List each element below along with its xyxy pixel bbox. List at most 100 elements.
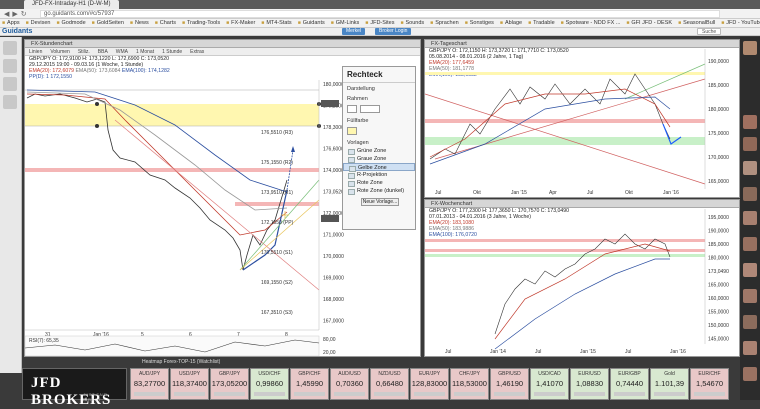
symbol-label: USD/CAD (538, 371, 561, 377)
y-tick-label: 145,0000 (708, 337, 729, 343)
watchlist-cell[interactable]: EUR/JPY 128,83000 (410, 368, 449, 400)
daily-chart-canvas[interactable]: 190,0000 185,0000 180,0000 175,0000 170,0000… (425, 49, 739, 197)
watchlist-cell[interactable]: USD/CAD 1,41070 (530, 368, 569, 400)
bookmark-item[interactable]: MT4-Stats (261, 20, 291, 26)
mini-bar (294, 392, 325, 396)
frame-color-swatch[interactable] (347, 105, 357, 113)
bookmark-item[interactable]: Spotware - NDD FX ... (561, 20, 621, 26)
fill-color-swatch[interactable] (347, 127, 357, 135)
app-logo[interactable]: Guidants (2, 28, 32, 36)
avatar (743, 137, 757, 151)
broker-login-button[interactable]: Broker Login (375, 28, 412, 35)
watchlist-cell[interactable]: CHF/JPY 118,53000 (450, 368, 489, 400)
toolbar-item[interactable]: WMA (116, 49, 128, 55)
symbol-label: USD/CHF (258, 371, 281, 377)
bookmark-item[interactable]: Tradable (528, 20, 555, 26)
avatar (743, 315, 757, 329)
bookmark-item[interactable]: GoldSeiten (92, 20, 124, 26)
nav-arrows-icon[interactable]: ◀▶↻ (4, 10, 30, 18)
browser-tab[interactable]: JFD-FX-Intraday-H1 (D-W-M) (24, 0, 119, 9)
avatar (743, 211, 757, 225)
watchlist-cell[interactable]: USD/JPY 118,37400 (170, 368, 209, 400)
watchlist-heatmap: Heatmap Forex-TOP-15 (Watchlist) AUD/JPY… (22, 358, 740, 400)
bookmark-item[interactable]: GM-Links (331, 20, 360, 26)
bookmark-item[interactable]: JFD - YouTube (721, 20, 760, 26)
bookmark-item[interactable]: Sprachen (430, 20, 459, 26)
bookmark-item[interactable]: Apps (2, 20, 20, 26)
y-tick-label: 170,0000 (708, 155, 729, 161)
merkel-button[interactable]: Merkel (342, 28, 366, 35)
template-item[interactable]: Rote Zone (dunkel) (343, 187, 415, 195)
symbol-label: AUD/USD (338, 371, 361, 377)
sidebar-icon[interactable] (3, 41, 17, 55)
watchlist-cell[interactable]: EUR/GBP 0,74440 (610, 368, 649, 400)
y-tick-label: 174,0000 (323, 168, 344, 174)
chart-toolbar: Linien Volumen Stiliz. BBA WMA 1 Monat 1 Stund… (25, 48, 420, 56)
template-item[interactable]: Rote Zone (343, 179, 415, 187)
bookmark-item[interactable]: SeasonalBull (678, 20, 715, 26)
browser-url-bar: ◀▶↻ go.guidants.com/#c/57937 (0, 9, 760, 19)
app-header: Guidants Merkel Broker Login Suche (0, 28, 760, 36)
template-item[interactable]: Gelbe Zone (343, 163, 415, 172)
red-zone[interactable] (25, 168, 319, 172)
bookmark-item[interactable]: GFI JFD - DESK (626, 20, 672, 26)
avatar (743, 289, 757, 303)
frame-style-select[interactable] (360, 105, 380, 113)
y-tick-label: 167,0000 (323, 319, 344, 325)
search-field[interactable]: Suche (697, 28, 722, 35)
sidebar-icon[interactable] (3, 95, 17, 109)
yellow-zone[interactable] (25, 104, 319, 126)
template-item[interactable]: Grüne Zone (343, 147, 415, 155)
toolbar-item[interactable]: 1 Monat (136, 49, 154, 55)
watchlist-cell[interactable]: GBP/CHF 1,45990 (290, 368, 329, 400)
watchlist-cell[interactable]: AUD/JPY 83,27700 (130, 368, 169, 400)
symbol-label: CHF/JPY (459, 371, 480, 377)
x-tick-label: Jan '16 (663, 190, 679, 196)
toolbar-item[interactable]: Extras (190, 49, 204, 55)
bookmark-item[interactable]: Ablage (500, 20, 522, 26)
bookmark-item[interactable]: JFD-Sites (365, 20, 394, 26)
watchlist-cell[interactable]: GBP/JPY 173,05200 (210, 368, 249, 400)
bookmark-item[interactable]: Trading-Tools (182, 20, 220, 26)
symbol-label: GBP/CHF (298, 371, 321, 377)
watchlist-cell[interactable]: AUD/USD 0,70360 (330, 368, 369, 400)
price-label: 0,74440 (615, 379, 644, 388)
toolbar-item[interactable]: Volumen (50, 49, 69, 55)
section-frame: Rahmen (347, 96, 368, 102)
new-template-button[interactable]: Neue Vorlage... (361, 198, 399, 206)
bookmark-item[interactable]: Guidants (298, 20, 325, 26)
watchlist-cell[interactable]: USD/CHF 0,99860 (250, 368, 289, 400)
panel-header: FX-Wochenchart (425, 200, 739, 208)
url-field[interactable]: go.guidants.com/#c/57937 (40, 10, 720, 18)
bookmark-item[interactable]: Charts (155, 20, 176, 26)
panel-header: FX-Tageschart (425, 40, 739, 48)
template-item[interactable]: R-Projektion (343, 171, 415, 179)
bookmark-item[interactable]: Devisen (26, 20, 51, 26)
avatar (743, 187, 757, 201)
weekly-chart-canvas[interactable]: 195,0000 190,0000 185,0000 180,0000 173,0490… (425, 209, 739, 356)
toolbar-item[interactable]: BBA (98, 49, 108, 55)
watchlist-cell[interactable]: GBP/USD 1,46190 (490, 368, 529, 400)
bookmark-item[interactable]: Sounds (400, 20, 424, 26)
watchlist-cell[interactable]: EUR/CHF 1,54670 (690, 368, 729, 400)
symbol-label: GBP/USD (498, 371, 521, 377)
y-tick-label: 180,0000 (708, 256, 729, 262)
rsi-tick-20: 20,00 (323, 350, 336, 356)
watchlist-cell[interactable]: NZD/USD 0,66480 (370, 368, 409, 400)
mini-bar (654, 392, 685, 396)
mini-bar (454, 392, 485, 396)
bookmark-item[interactable]: Sonstiges (465, 20, 494, 26)
template-item[interactable]: Graue Zone (343, 155, 415, 163)
bookmark-item[interactable]: Godmode (56, 20, 85, 26)
bookmark-item[interactable]: FX-Maker (226, 20, 255, 26)
y-tick-label: 185,0000 (708, 83, 729, 89)
sidebar-icon[interactable] (3, 59, 17, 73)
bookmark-item[interactable]: News (130, 20, 149, 26)
toolbar-item[interactable]: Stiliz. (78, 49, 90, 55)
toolbar-item[interactable]: 1 Stunde (162, 49, 182, 55)
sidebar-icon[interactable] (3, 77, 17, 91)
toolbar-item[interactable]: Linien (29, 49, 42, 55)
watchlist-cell[interactable]: EUR/USD 1,08830 (570, 368, 609, 400)
price-label: 118,37400 (172, 379, 207, 388)
watchlist-cell[interactable]: Gold 1.101,39 (650, 368, 689, 400)
